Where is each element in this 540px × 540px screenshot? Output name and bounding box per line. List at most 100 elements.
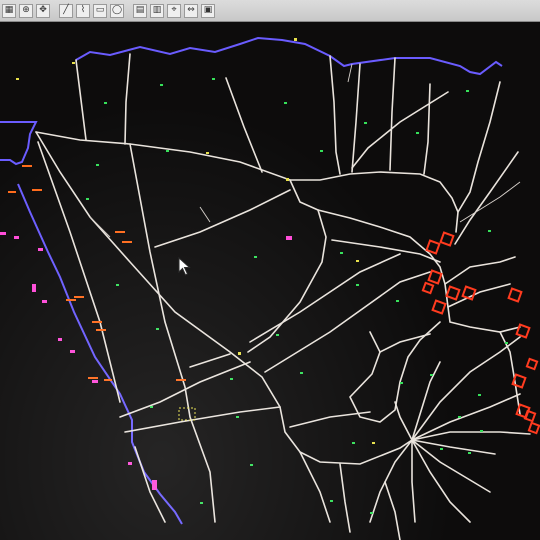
parcel-line (351, 91, 449, 169)
parcel-line (134, 446, 166, 523)
parcel-line (423, 83, 431, 175)
survey-point (340, 252, 343, 254)
parcel-line (35, 131, 459, 233)
circle-icon[interactable]: ◯ (110, 3, 124, 18)
select-icon[interactable]: ▦ (2, 3, 16, 18)
parcel-line (411, 431, 531, 441)
label-mark (38, 248, 43, 251)
parcel-line (199, 206, 211, 223)
survey-marker (523, 409, 537, 423)
survey-point (96, 164, 99, 166)
parcel-line (124, 406, 281, 433)
survey-marker (425, 239, 441, 255)
parcel-line (347, 63, 353, 83)
grid-icon[interactable]: ▤ (133, 3, 147, 18)
survey-marker (515, 323, 531, 339)
survey-marker (445, 285, 461, 301)
parcel-line (339, 463, 351, 533)
parcel-line (454, 151, 519, 245)
survey-point (200, 502, 203, 504)
label-mark (286, 236, 292, 240)
parcel-line (37, 141, 121, 403)
magenta-labels (0, 232, 292, 490)
rectangle-icon[interactable]: ▭ (93, 3, 107, 18)
survey-point (72, 62, 75, 64)
survey-point (478, 394, 481, 396)
yellow-points (16, 38, 375, 444)
parcel-line (411, 439, 471, 523)
parcel-line (444, 256, 516, 285)
survey-point (286, 178, 289, 181)
survey-point (156, 328, 159, 330)
west-boundary-line (17, 183, 183, 525)
toolbar-separator (127, 4, 130, 18)
survey-point (488, 230, 491, 232)
toolbar-separator (53, 4, 56, 18)
top-boundary-line (75, 36, 503, 76)
survey-point (505, 342, 508, 344)
survey-point (356, 284, 359, 286)
parcel-line (459, 181, 521, 223)
parcel-line (379, 333, 431, 353)
parcel-line (89, 216, 111, 238)
parcel-line (411, 439, 496, 455)
secondary-lines (89, 63, 521, 238)
layers-icon[interactable]: ▥ (150, 3, 164, 18)
label-mark (70, 350, 75, 353)
label-mark (128, 462, 132, 465)
parcel-line (394, 401, 413, 441)
survey-point (160, 84, 163, 86)
survey-point (104, 102, 107, 104)
print-icon[interactable]: ▣ (201, 3, 215, 18)
line-icon[interactable]: ╱ (59, 3, 73, 18)
survey-point (430, 374, 433, 376)
survey-marker (527, 421, 540, 435)
parcel-line (289, 179, 521, 333)
survey-point (352, 442, 355, 444)
survey-point (236, 416, 239, 418)
survey-marker (511, 373, 527, 389)
survey-point (294, 38, 297, 41)
parcel-line (331, 239, 441, 263)
survey-point (230, 378, 233, 380)
survey-marker (427, 269, 443, 285)
pan-icon[interactable]: ✥ (36, 3, 50, 18)
label-mark (92, 380, 98, 383)
snap-icon[interactable]: ⌖ (167, 3, 181, 18)
parcel-line (75, 59, 87, 141)
survey-point (16, 78, 19, 80)
survey-marker (431, 299, 447, 315)
survey-marker (439, 231, 455, 247)
polyline-icon[interactable]: ⌇ (76, 3, 90, 18)
survey-marker (507, 287, 523, 303)
survey-point (416, 132, 419, 134)
survey-point (212, 78, 215, 80)
survey-point (468, 452, 471, 454)
label-mark (14, 236, 19, 239)
label-mark (32, 284, 36, 292)
mouse-cursor-icon (178, 257, 191, 276)
map-canvas[interactable] (0, 22, 540, 540)
survey-point (284, 102, 287, 104)
parcel-line (264, 271, 431, 373)
zoom-icon[interactable]: ⊕ (19, 3, 33, 18)
survey-point (250, 464, 253, 466)
parcel-line (457, 81, 501, 213)
parcel-line (389, 57, 396, 171)
survey-point (400, 382, 403, 384)
parcel-line (411, 439, 416, 523)
survey-point (276, 334, 279, 336)
survey-point (396, 300, 399, 302)
parcel-line (129, 143, 216, 523)
left-boundary-line (0, 121, 38, 166)
cad-screen: ▦ ⊕ ✥ ╱ ⌇ ▭ ◯ ▤ ▥ ⌖ ⇔ ▣ (0, 0, 540, 540)
parcel-line (351, 63, 361, 173)
parcel-line (384, 481, 401, 540)
survey-point (372, 442, 375, 444)
selection-box[interactable] (178, 407, 196, 421)
measure-icon[interactable]: ⇔ (184, 3, 198, 18)
survey-point (166, 150, 169, 152)
survey-point (370, 512, 373, 514)
parcel-line (124, 53, 131, 145)
parcel-line (349, 321, 441, 423)
